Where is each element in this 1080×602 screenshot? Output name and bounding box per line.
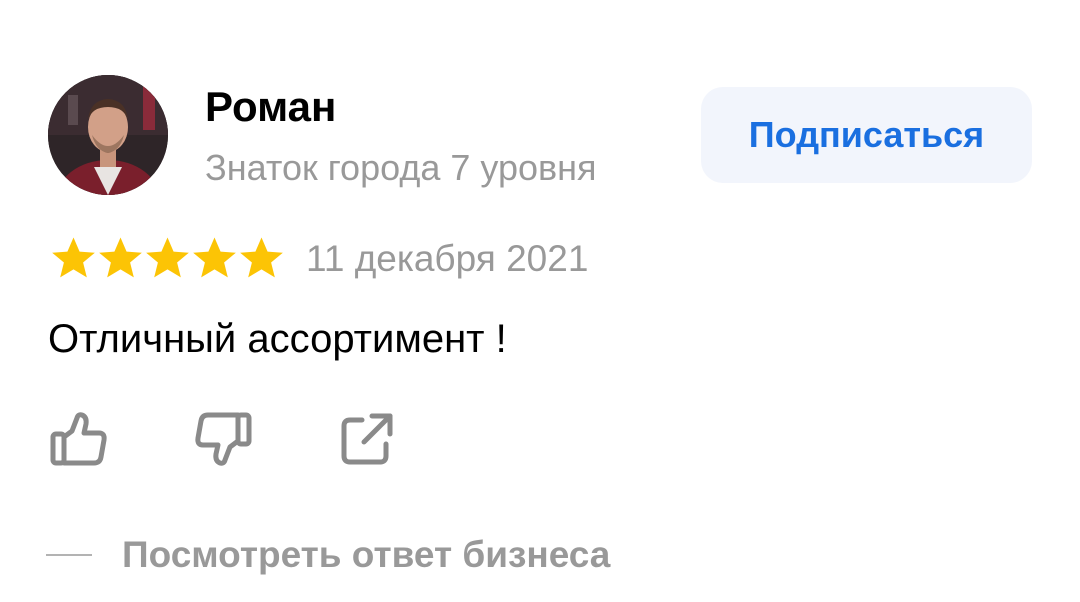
star-icon — [193, 237, 236, 278]
thumbs-down-icon — [195, 412, 252, 466]
star-icon — [99, 237, 142, 278]
user-photo-icon — [48, 75, 168, 195]
subscribe-button[interactable]: Подписаться — [701, 87, 1032, 183]
review-text: Отличный ассортимент ! — [48, 317, 507, 361]
review-card: Роман Знаток города 7 уровня Подписаться… — [0, 0, 1080, 602]
share-button[interactable] — [336, 408, 398, 470]
author-name[interactable]: Роман — [205, 82, 336, 132]
dislike-button[interactable] — [192, 408, 254, 470]
author-level: Знаток города 7 уровня — [205, 147, 597, 188]
star-icon — [146, 237, 189, 278]
divider-dash — [46, 554, 92, 556]
review-date: 11 декабря 2021 — [306, 238, 589, 279]
avatar[interactable] — [48, 75, 168, 195]
share-icon — [341, 413, 393, 465]
thumbs-up-icon — [50, 412, 107, 466]
business-reply-link[interactable]: Посмотреть ответ бизнеса — [46, 532, 610, 578]
star-icon — [240, 237, 283, 278]
star-icon — [52, 237, 95, 278]
like-button[interactable] — [48, 408, 110, 470]
business-reply-label: Посмотреть ответ бизнеса — [122, 534, 611, 575]
rating-stars — [50, 234, 285, 282]
